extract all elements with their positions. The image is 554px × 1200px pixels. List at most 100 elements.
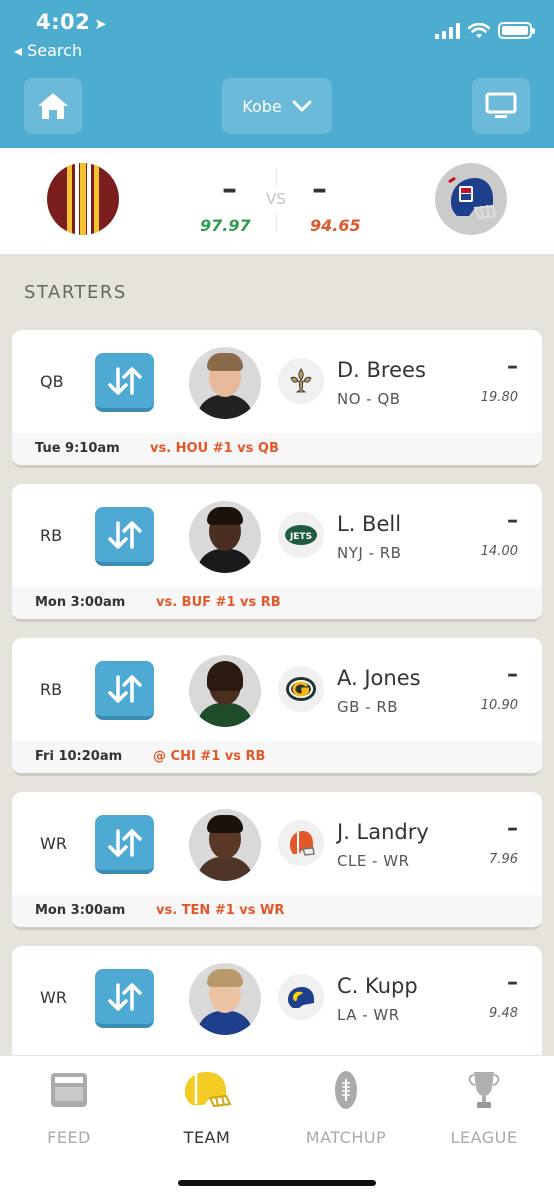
home-team-logo bbox=[47, 163, 119, 235]
game-info-bar: Mon 3:00am vs. BUF #1 vs RB bbox=[12, 587, 542, 619]
browns-icon bbox=[278, 820, 324, 866]
player-name[interactable]: J. Landry bbox=[337, 820, 429, 844]
player-projection: 7.96 bbox=[489, 852, 518, 867]
vs-divider-top bbox=[276, 168, 277, 186]
tab-team-label: TEAM bbox=[183, 1128, 231, 1147]
game-time: Tue 9:10am bbox=[35, 441, 120, 456]
game-time: Mon 3:00am bbox=[35, 903, 126, 918]
game-info-bar: Fri 10:20am @ CHI #1 vs RB bbox=[12, 741, 542, 773]
trophy-icon bbox=[468, 1072, 500, 1108]
tv-mode-button[interactable] bbox=[472, 78, 530, 134]
player-team-position: NO - QB bbox=[337, 390, 401, 408]
vs-label: VS bbox=[266, 190, 286, 208]
player-score: – bbox=[507, 970, 518, 995]
game-info-bar: Mon 3:00am vs. TEN #1 vs WR bbox=[12, 895, 542, 927]
rams-icon bbox=[278, 974, 324, 1020]
swap-arrows-icon bbox=[107, 520, 142, 549]
jets-icon: JETS bbox=[278, 512, 324, 558]
player-photo bbox=[189, 655, 261, 727]
player-name[interactable]: L. Bell bbox=[337, 512, 401, 536]
player-team-position: GB - RB bbox=[337, 698, 399, 716]
status-icons bbox=[435, 22, 535, 39]
player-team-position: NYJ - RB bbox=[337, 544, 402, 562]
feed-icon bbox=[51, 1073, 87, 1107]
status-time: 4:02 ➤ bbox=[36, 10, 107, 34]
player-projection: 19.80 bbox=[480, 390, 518, 405]
section-title: STARTERS bbox=[24, 282, 127, 303]
home-indicator bbox=[178, 1180, 376, 1186]
home-icon bbox=[38, 93, 68, 119]
swap-player-button[interactable] bbox=[95, 353, 154, 412]
monitor-icon bbox=[485, 92, 517, 118]
opponent-rank: @ CHI #1 vs RB bbox=[153, 749, 266, 764]
player-card[interactable]: RB A. Jones GB - RB – 10.90 Fri 10:20am … bbox=[12, 638, 542, 776]
player-card[interactable]: RB JETS L. Bell NYJ - RB – 14.00 Mon 3:0… bbox=[12, 484, 542, 622]
opponent-rank: vs. BUF #1 vs RB bbox=[156, 595, 281, 610]
tab-matchup-label: MATCHUP bbox=[305, 1128, 387, 1147]
svg-text:JETS: JETS bbox=[289, 532, 312, 542]
player-team-position: LA - WR bbox=[337, 1006, 400, 1024]
tab-league[interactable]: LEAGUE bbox=[424, 1068, 544, 1147]
chevron-down-icon bbox=[292, 100, 312, 112]
roster-slot: RB bbox=[40, 526, 63, 545]
team-selector-dropdown[interactable]: Kobe bbox=[222, 78, 332, 134]
away-projection: 94.65 bbox=[310, 216, 361, 235]
home-score: – bbox=[222, 172, 237, 207]
player-photo bbox=[189, 347, 261, 419]
player-photo bbox=[189, 501, 261, 573]
roster-slot: WR bbox=[40, 988, 67, 1007]
player-name[interactable]: C. Kupp bbox=[337, 974, 418, 998]
tab-feed-label: FEED bbox=[47, 1128, 91, 1147]
location-arrow-icon: ➤ bbox=[94, 15, 108, 33]
battery-icon bbox=[498, 22, 535, 39]
roster-slot: WR bbox=[40, 834, 67, 853]
away-team-logo bbox=[435, 163, 507, 235]
helmet-icon bbox=[185, 1072, 232, 1108]
tab-league-label: LEAGUE bbox=[450, 1128, 518, 1147]
swap-arrows-icon bbox=[107, 982, 142, 1011]
player-photo bbox=[189, 809, 261, 881]
player-projection: 14.00 bbox=[480, 544, 518, 559]
game-time: Fri 10:20am bbox=[35, 749, 123, 764]
player-card[interactable]: QB D. Brees NO - QB – 19.80 Tue 9:10am v… bbox=[12, 330, 542, 468]
home-projection: 97.97 bbox=[200, 216, 251, 235]
tab-matchup[interactable]: MATCHUP bbox=[286, 1068, 406, 1147]
roster-slot: RB bbox=[40, 680, 63, 699]
opponent-rank: vs. TEN #1 vs WR bbox=[156, 903, 285, 918]
swap-player-button[interactable] bbox=[95, 661, 154, 720]
wifi-icon bbox=[468, 22, 490, 38]
tab-feed[interactable]: FEED bbox=[9, 1068, 129, 1147]
roster-slot: QB bbox=[40, 372, 64, 391]
player-score: – bbox=[507, 816, 518, 841]
saints-icon bbox=[278, 358, 324, 404]
player-team-position: CLE - WR bbox=[337, 852, 410, 870]
swap-arrows-icon bbox=[107, 828, 142, 857]
home-button[interactable] bbox=[24, 78, 82, 134]
football-icon bbox=[335, 1071, 357, 1109]
packers-icon bbox=[278, 666, 324, 712]
tab-team[interactable]: TEAM bbox=[147, 1068, 267, 1147]
game-time: Mon 3:00am bbox=[35, 595, 126, 610]
swap-player-button[interactable] bbox=[95, 969, 154, 1028]
opponent-rank: vs. HOU #1 vs QB bbox=[150, 441, 279, 456]
player-score: – bbox=[507, 662, 518, 687]
vs-divider-bottom bbox=[276, 214, 277, 232]
player-projection: 9.48 bbox=[489, 1006, 518, 1021]
swap-player-button[interactable] bbox=[95, 507, 154, 566]
helmet-logo-icon bbox=[448, 176, 497, 220]
player-name[interactable]: D. Brees bbox=[337, 358, 426, 382]
swap-arrows-icon bbox=[107, 674, 142, 703]
swap-player-button[interactable] bbox=[95, 815, 154, 874]
signal-icon bbox=[435, 22, 460, 39]
player-score: – bbox=[507, 354, 518, 379]
away-score: – bbox=[312, 172, 327, 207]
player-score: – bbox=[507, 508, 518, 533]
time-text: 4:02 bbox=[36, 10, 91, 34]
back-to-search-link[interactable]: ◂ Search bbox=[14, 41, 82, 60]
player-card[interactable]: WR J. Landry CLE - WR – 7.96 Mon 3:00am … bbox=[12, 792, 542, 930]
player-projection: 10.90 bbox=[480, 698, 518, 713]
game-info-bar: Tue 9:10am vs. HOU #1 vs QB bbox=[12, 433, 542, 465]
player-name[interactable]: A. Jones bbox=[337, 666, 421, 690]
swap-arrows-icon bbox=[107, 366, 142, 395]
player-photo bbox=[189, 963, 261, 1035]
